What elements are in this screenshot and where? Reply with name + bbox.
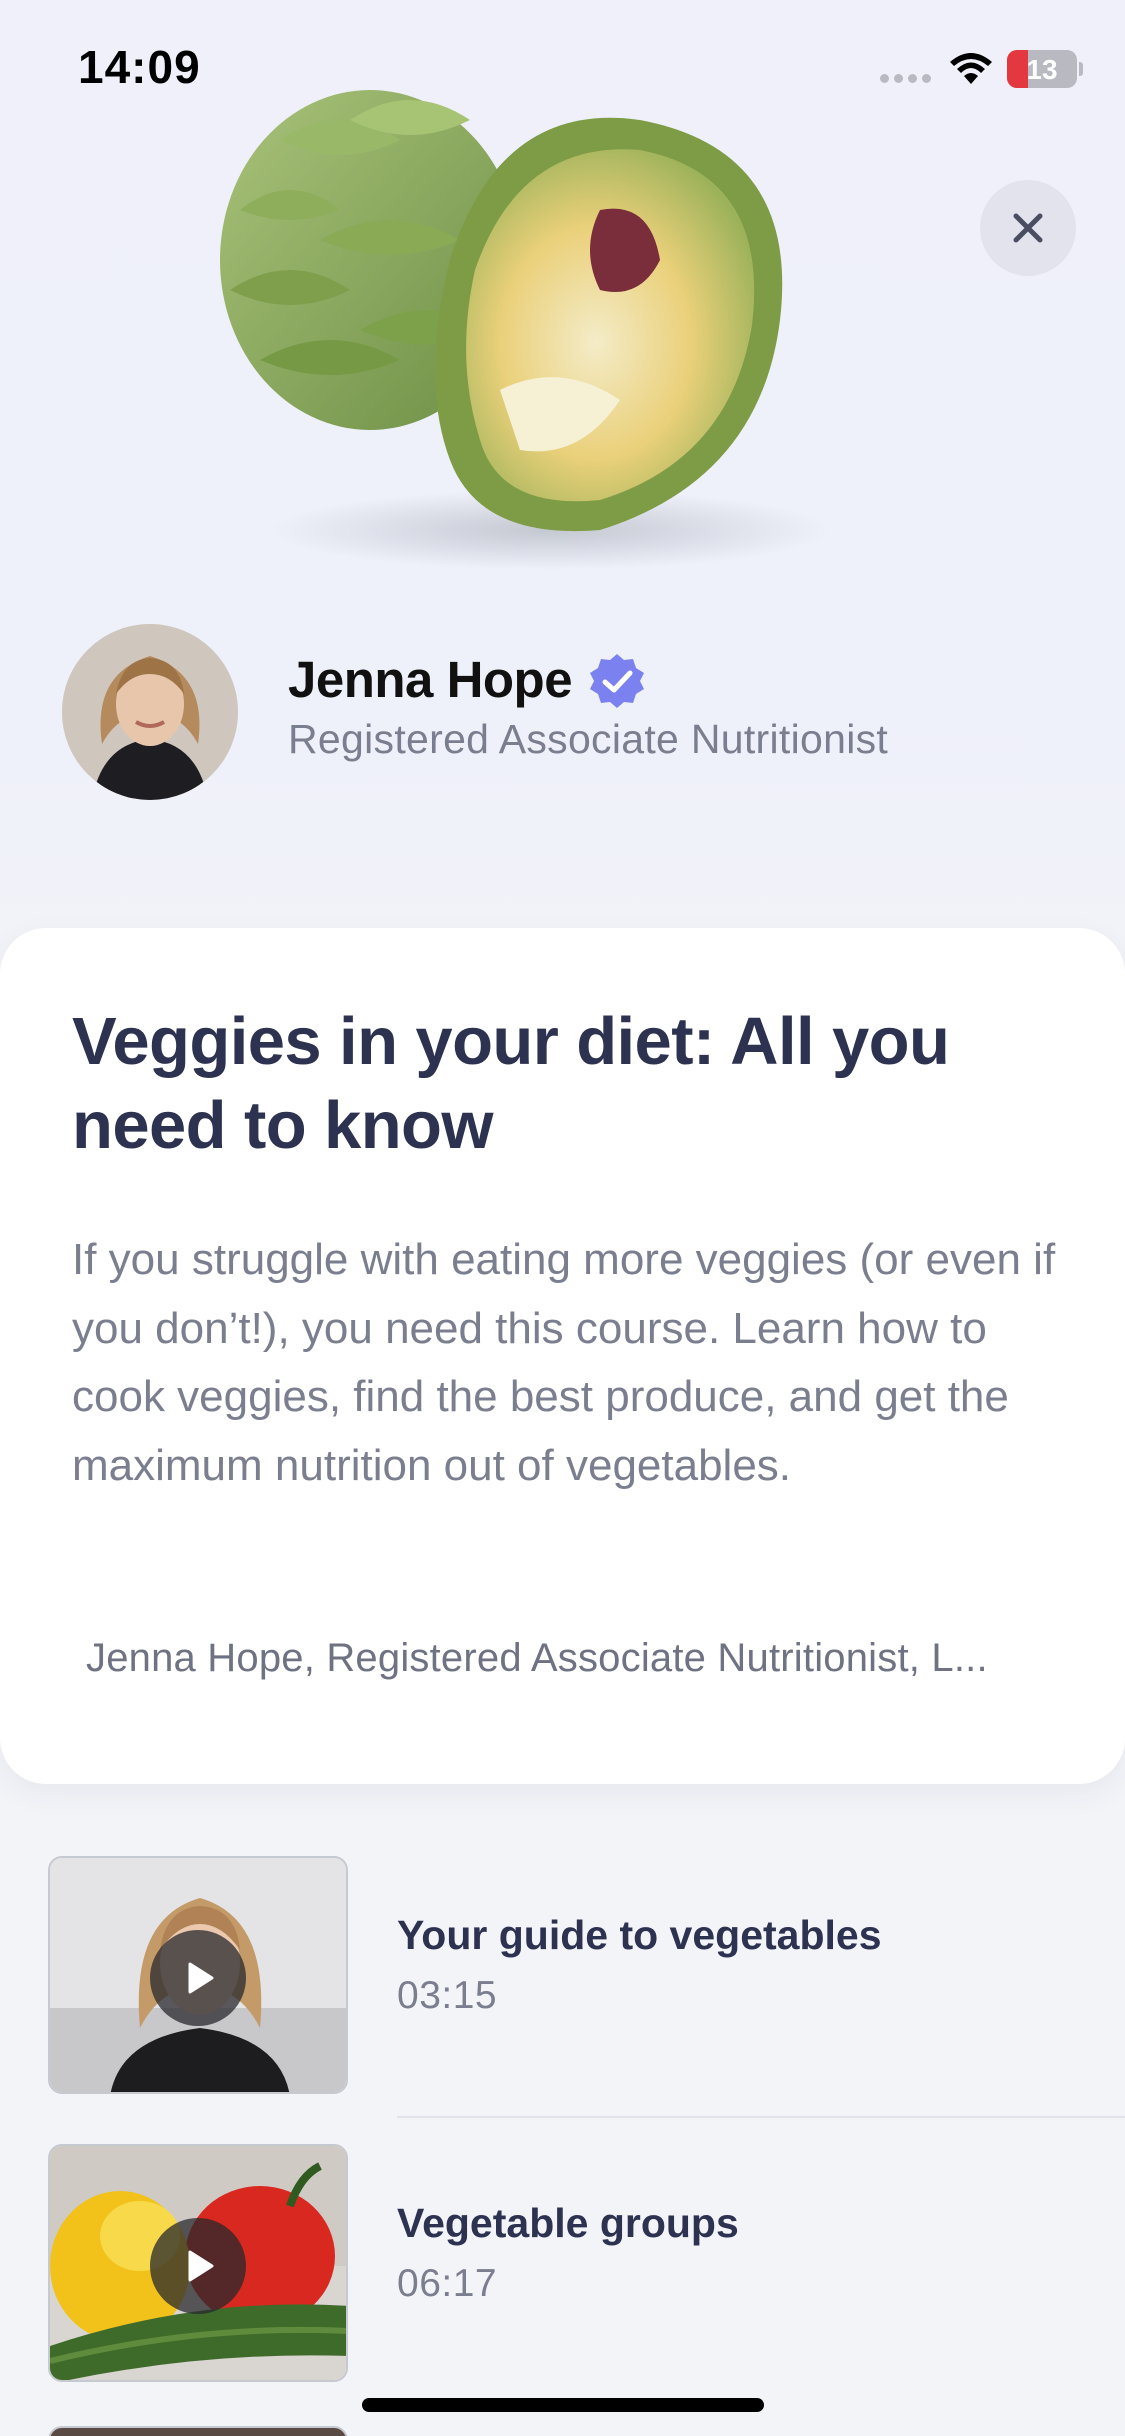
course-description: If you struggle with eating more veggies… xyxy=(72,1235,1056,1490)
author-name[interactable]: Jenna Hope xyxy=(288,650,573,709)
play-button[interactable] xyxy=(150,2218,246,2314)
course-header: 14:09 13 Jenna Hope Registered Associate… xyxy=(0,0,1125,1000)
course-info-card: Veggies in your diet: All you need to kn… xyxy=(0,928,1125,1784)
lesson-title[interactable]: Vegetable groups xyxy=(397,2200,739,2247)
lesson-divider xyxy=(397,2116,1125,2118)
close-button[interactable] xyxy=(980,180,1076,276)
play-button[interactable] xyxy=(150,1930,246,2026)
lesson-thumbnail[interactable] xyxy=(48,2426,348,2436)
status-time: 14:09 xyxy=(78,41,201,93)
lesson-duration: 03:15 xyxy=(397,1974,498,2017)
close-icon xyxy=(1013,213,1043,243)
course-title: Veggies in your diet: All you need to kn… xyxy=(72,1004,950,1163)
lesson-item[interactable]: Vegetable groups 06:17 xyxy=(0,2144,1125,2384)
play-icon xyxy=(188,1962,214,1994)
lesson-duration: 06:17 xyxy=(397,2262,498,2305)
lesson-thumbnail[interactable] xyxy=(48,1856,348,2094)
battery-icon: 13 xyxy=(1007,50,1083,88)
course-credits[interactable]: Jenna Hope, Registered Associate Nutriti… xyxy=(86,1636,1056,1681)
verified-badge-icon xyxy=(590,654,644,708)
battery-level: 13 xyxy=(1026,54,1058,85)
lesson-title[interactable]: Your guide to vegetables xyxy=(397,1912,882,1959)
play-icon xyxy=(188,2250,214,2282)
author-title: Registered Associate Nutritionist xyxy=(288,716,889,762)
author-photo xyxy=(62,624,238,800)
wifi-icon xyxy=(950,53,992,84)
author-avatar[interactable] xyxy=(62,624,238,800)
artichoke-image xyxy=(220,90,830,570)
lesson-item[interactable]: Your guide to vegetables 03:15 xyxy=(0,1856,1125,2096)
home-indicator[interactable] xyxy=(362,2398,764,2412)
lesson-thumbnail[interactable] xyxy=(48,2144,348,2382)
